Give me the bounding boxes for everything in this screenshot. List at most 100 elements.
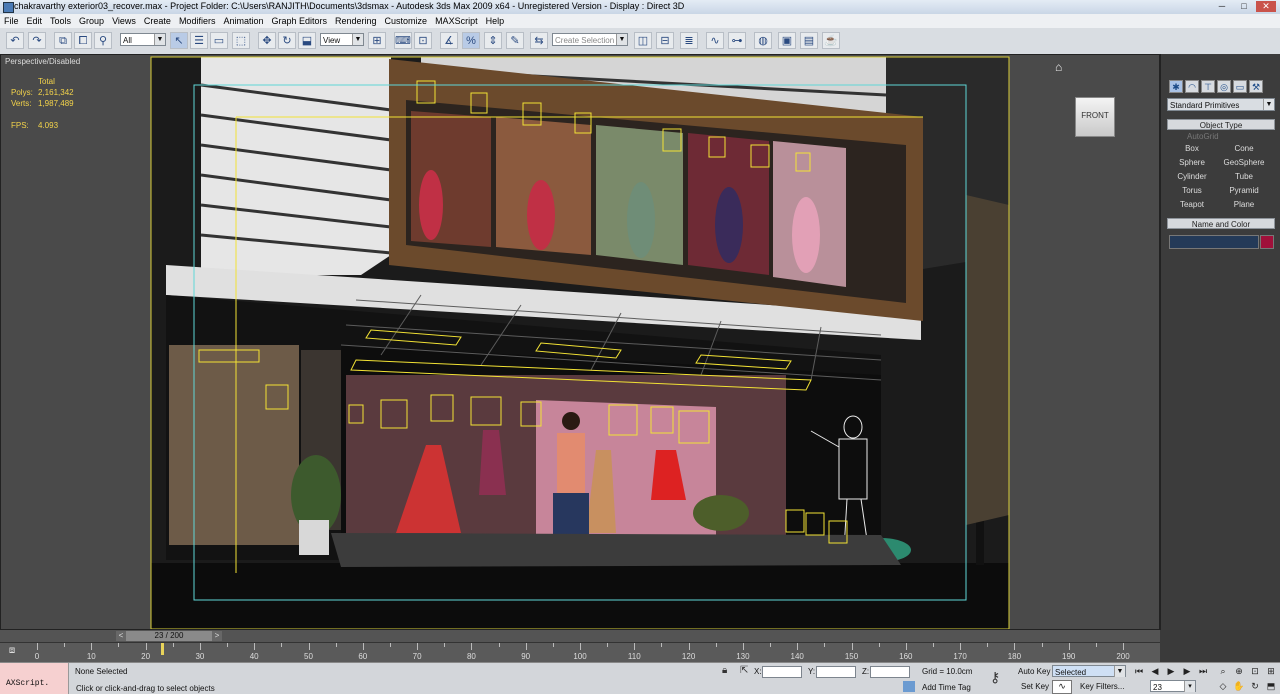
- modify-tab-icon[interactable]: ◠: [1185, 80, 1199, 93]
- unlink-icon[interactable]: ⧠: [74, 32, 92, 49]
- next-key-icon[interactable]: ▶︎: [1180, 665, 1194, 678]
- key-icon[interactable]: ⚷: [990, 669, 1000, 686]
- named-selection-sets-dropdown[interactable]: Create Selection Se ▼: [552, 33, 628, 46]
- go-to-start-icon[interactable]: ⏮: [1132, 665, 1146, 678]
- y-coordinate-field[interactable]: [816, 666, 856, 678]
- render-setup-icon[interactable]: ▣: [778, 32, 796, 49]
- menu-group[interactable]: Group: [75, 14, 108, 28]
- prev-frame-icon[interactable]: <: [116, 631, 126, 641]
- material-editor-icon[interactable]: ◍: [754, 32, 772, 49]
- next-frame-icon[interactable]: >: [212, 631, 222, 641]
- sphere-button[interactable]: Sphere: [1169, 157, 1215, 169]
- align-icon[interactable]: ⊟: [656, 32, 674, 49]
- percent-snap-icon[interactable]: %: [462, 32, 480, 49]
- edit-named-selection-icon[interactable]: ✎: [506, 32, 524, 49]
- auto-key-button[interactable]: Auto Key: [1018, 667, 1050, 676]
- select-object-icon[interactable]: ↖: [170, 32, 188, 49]
- display-tab-icon[interactable]: ▭: [1233, 80, 1247, 93]
- key-mode-dropdown[interactable]: Selected ▼: [1052, 665, 1126, 677]
- x-coordinate-field[interactable]: [762, 666, 802, 678]
- maximize-viewport-icon[interactable]: ⬒: [1264, 680, 1278, 693]
- undo-icon[interactable]: ↶: [6, 32, 24, 49]
- name-and-color-rollout[interactable]: Name and Color: [1167, 218, 1275, 229]
- curve-editor-icon[interactable]: ∿: [706, 32, 724, 49]
- select-by-name-icon[interactable]: ☰: [190, 32, 208, 49]
- spinner-snap-icon[interactable]: ⇕: [484, 32, 502, 49]
- object-color-swatch[interactable]: [1260, 235, 1274, 249]
- go-to-end-icon[interactable]: ⏭: [1196, 665, 1210, 678]
- scale-icon[interactable]: ⬓: [298, 32, 316, 49]
- hierarchy-tab-icon[interactable]: ⊤: [1201, 80, 1215, 93]
- redo-icon[interactable]: ↷: [28, 32, 46, 49]
- bind-space-warp-icon[interactable]: ⚲: [94, 32, 112, 49]
- menu-maxscript[interactable]: MAXScript: [431, 14, 482, 28]
- mirror-tool-icon[interactable]: ◫: [634, 32, 652, 49]
- reference-coordinate-dropdown[interactable]: View ▼: [320, 33, 364, 46]
- torus-button[interactable]: Torus: [1169, 185, 1215, 197]
- snaps-toggle-icon[interactable]: ⊡: [414, 32, 432, 49]
- menu-views[interactable]: Views: [108, 14, 140, 28]
- menu-create[interactable]: Create: [140, 14, 175, 28]
- mirror-icon[interactable]: ⇆: [530, 32, 548, 49]
- pyramid-button[interactable]: Pyramid: [1221, 185, 1267, 197]
- object-type-rollout[interactable]: Object Type: [1167, 119, 1275, 130]
- motion-tab-icon[interactable]: ◎: [1217, 80, 1231, 93]
- home-icon[interactable]: ⌂: [1055, 60, 1062, 74]
- maximize-button[interactable]: □: [1234, 1, 1254, 12]
- menu-edit[interactable]: Edit: [23, 14, 47, 28]
- cylinder-button[interactable]: Cylinder: [1169, 171, 1215, 183]
- plane-button[interactable]: Plane: [1221, 199, 1267, 211]
- close-button[interactable]: ✕: [1256, 1, 1276, 12]
- set-key-curve-icon[interactable]: ∿: [1052, 680, 1072, 694]
- primitive-category-dropdown[interactable]: Standard Primitives ▼: [1167, 98, 1275, 111]
- previous-key-icon[interactable]: ◀︎: [1148, 665, 1162, 678]
- menu-modifiers[interactable]: Modifiers: [175, 14, 220, 28]
- zoom-all-icon[interactable]: ⊕: [1232, 665, 1246, 678]
- z-coordinate-field[interactable]: [870, 666, 910, 678]
- perspective-viewport[interactable]: Perspective/Disabled Total Polys: 2,161,…: [0, 54, 1160, 630]
- teapot-button[interactable]: Teapot: [1169, 199, 1215, 211]
- selection-filter-dropdown[interactable]: All ▼: [120, 33, 166, 46]
- zoom-extents-icon[interactable]: ⊡: [1248, 665, 1262, 678]
- menu-customize[interactable]: Customize: [381, 14, 432, 28]
- current-frame-field[interactable]: 23 ▾: [1150, 680, 1196, 692]
- zoom-icon[interactable]: ⌕: [1216, 665, 1230, 678]
- create-tab-icon[interactable]: ✱: [1169, 80, 1183, 93]
- utilities-tab-icon[interactable]: ⚒: [1249, 80, 1263, 93]
- schematic-view-icon[interactable]: ⊶: [728, 32, 746, 49]
- absolute-transform-icon[interactable]: ⇱: [740, 665, 748, 676]
- viewport-label[interactable]: Perspective/Disabled: [5, 57, 80, 66]
- rendered-frame-window-icon[interactable]: ▤: [800, 32, 818, 49]
- play-icon[interactable]: ▶︎: [1164, 665, 1178, 678]
- key-filters-button[interactable]: Key Filters...: [1080, 682, 1124, 691]
- app-icon[interactable]: [3, 2, 14, 13]
- move-icon[interactable]: ✥: [258, 32, 276, 49]
- window-crossing-icon[interactable]: ⬚: [232, 32, 250, 49]
- add-time-tag[interactable]: Add Time Tag: [922, 683, 971, 692]
- cone-button[interactable]: Cone: [1221, 143, 1267, 155]
- zoom-extents-all-icon[interactable]: ⊞: [1264, 665, 1278, 678]
- lock-selection-icon[interactable]: 🔒︎: [722, 665, 727, 676]
- menu-graph-editors[interactable]: Graph Editors: [267, 14, 331, 28]
- minimize-button[interactable]: ─: [1212, 1, 1232, 12]
- tube-button[interactable]: Tube: [1221, 171, 1267, 183]
- geosphere-button[interactable]: GeoSphere: [1221, 157, 1267, 169]
- mini-curve-editor-icon[interactable]: ⧈: [0, 645, 24, 661]
- time-tag-icon[interactable]: [903, 681, 915, 692]
- rectangular-selection-icon[interactable]: ▭: [210, 32, 228, 49]
- pan-icon[interactable]: ✋: [1232, 680, 1246, 693]
- orbit-icon[interactable]: ↻: [1248, 680, 1262, 693]
- menu-animation[interactable]: Animation: [219, 14, 267, 28]
- box-button[interactable]: Box: [1169, 143, 1215, 155]
- field-of-view-icon[interactable]: ◇: [1216, 680, 1230, 693]
- set-key-button[interactable]: Set Key: [1021, 682, 1049, 691]
- timeline-ruler[interactable]: ⧈ 0 10 20 30 40 50 60 70 80 90 100 110 120 130 140 150 1…: [0, 642, 1160, 663]
- layer-manager-icon[interactable]: ≣: [680, 32, 698, 49]
- maxscript-listener[interactable]: AXScript.: [0, 663, 69, 694]
- quick-render-icon[interactable]: ☕: [822, 32, 840, 49]
- rotate-icon[interactable]: ↻: [278, 32, 296, 49]
- menu-rendering[interactable]: Rendering: [331, 14, 381, 28]
- link-icon[interactable]: ⧉: [54, 32, 72, 49]
- menu-tools[interactable]: Tools: [46, 14, 75, 28]
- autogrid-checkbox[interactable]: AutoGrid: [1187, 132, 1219, 141]
